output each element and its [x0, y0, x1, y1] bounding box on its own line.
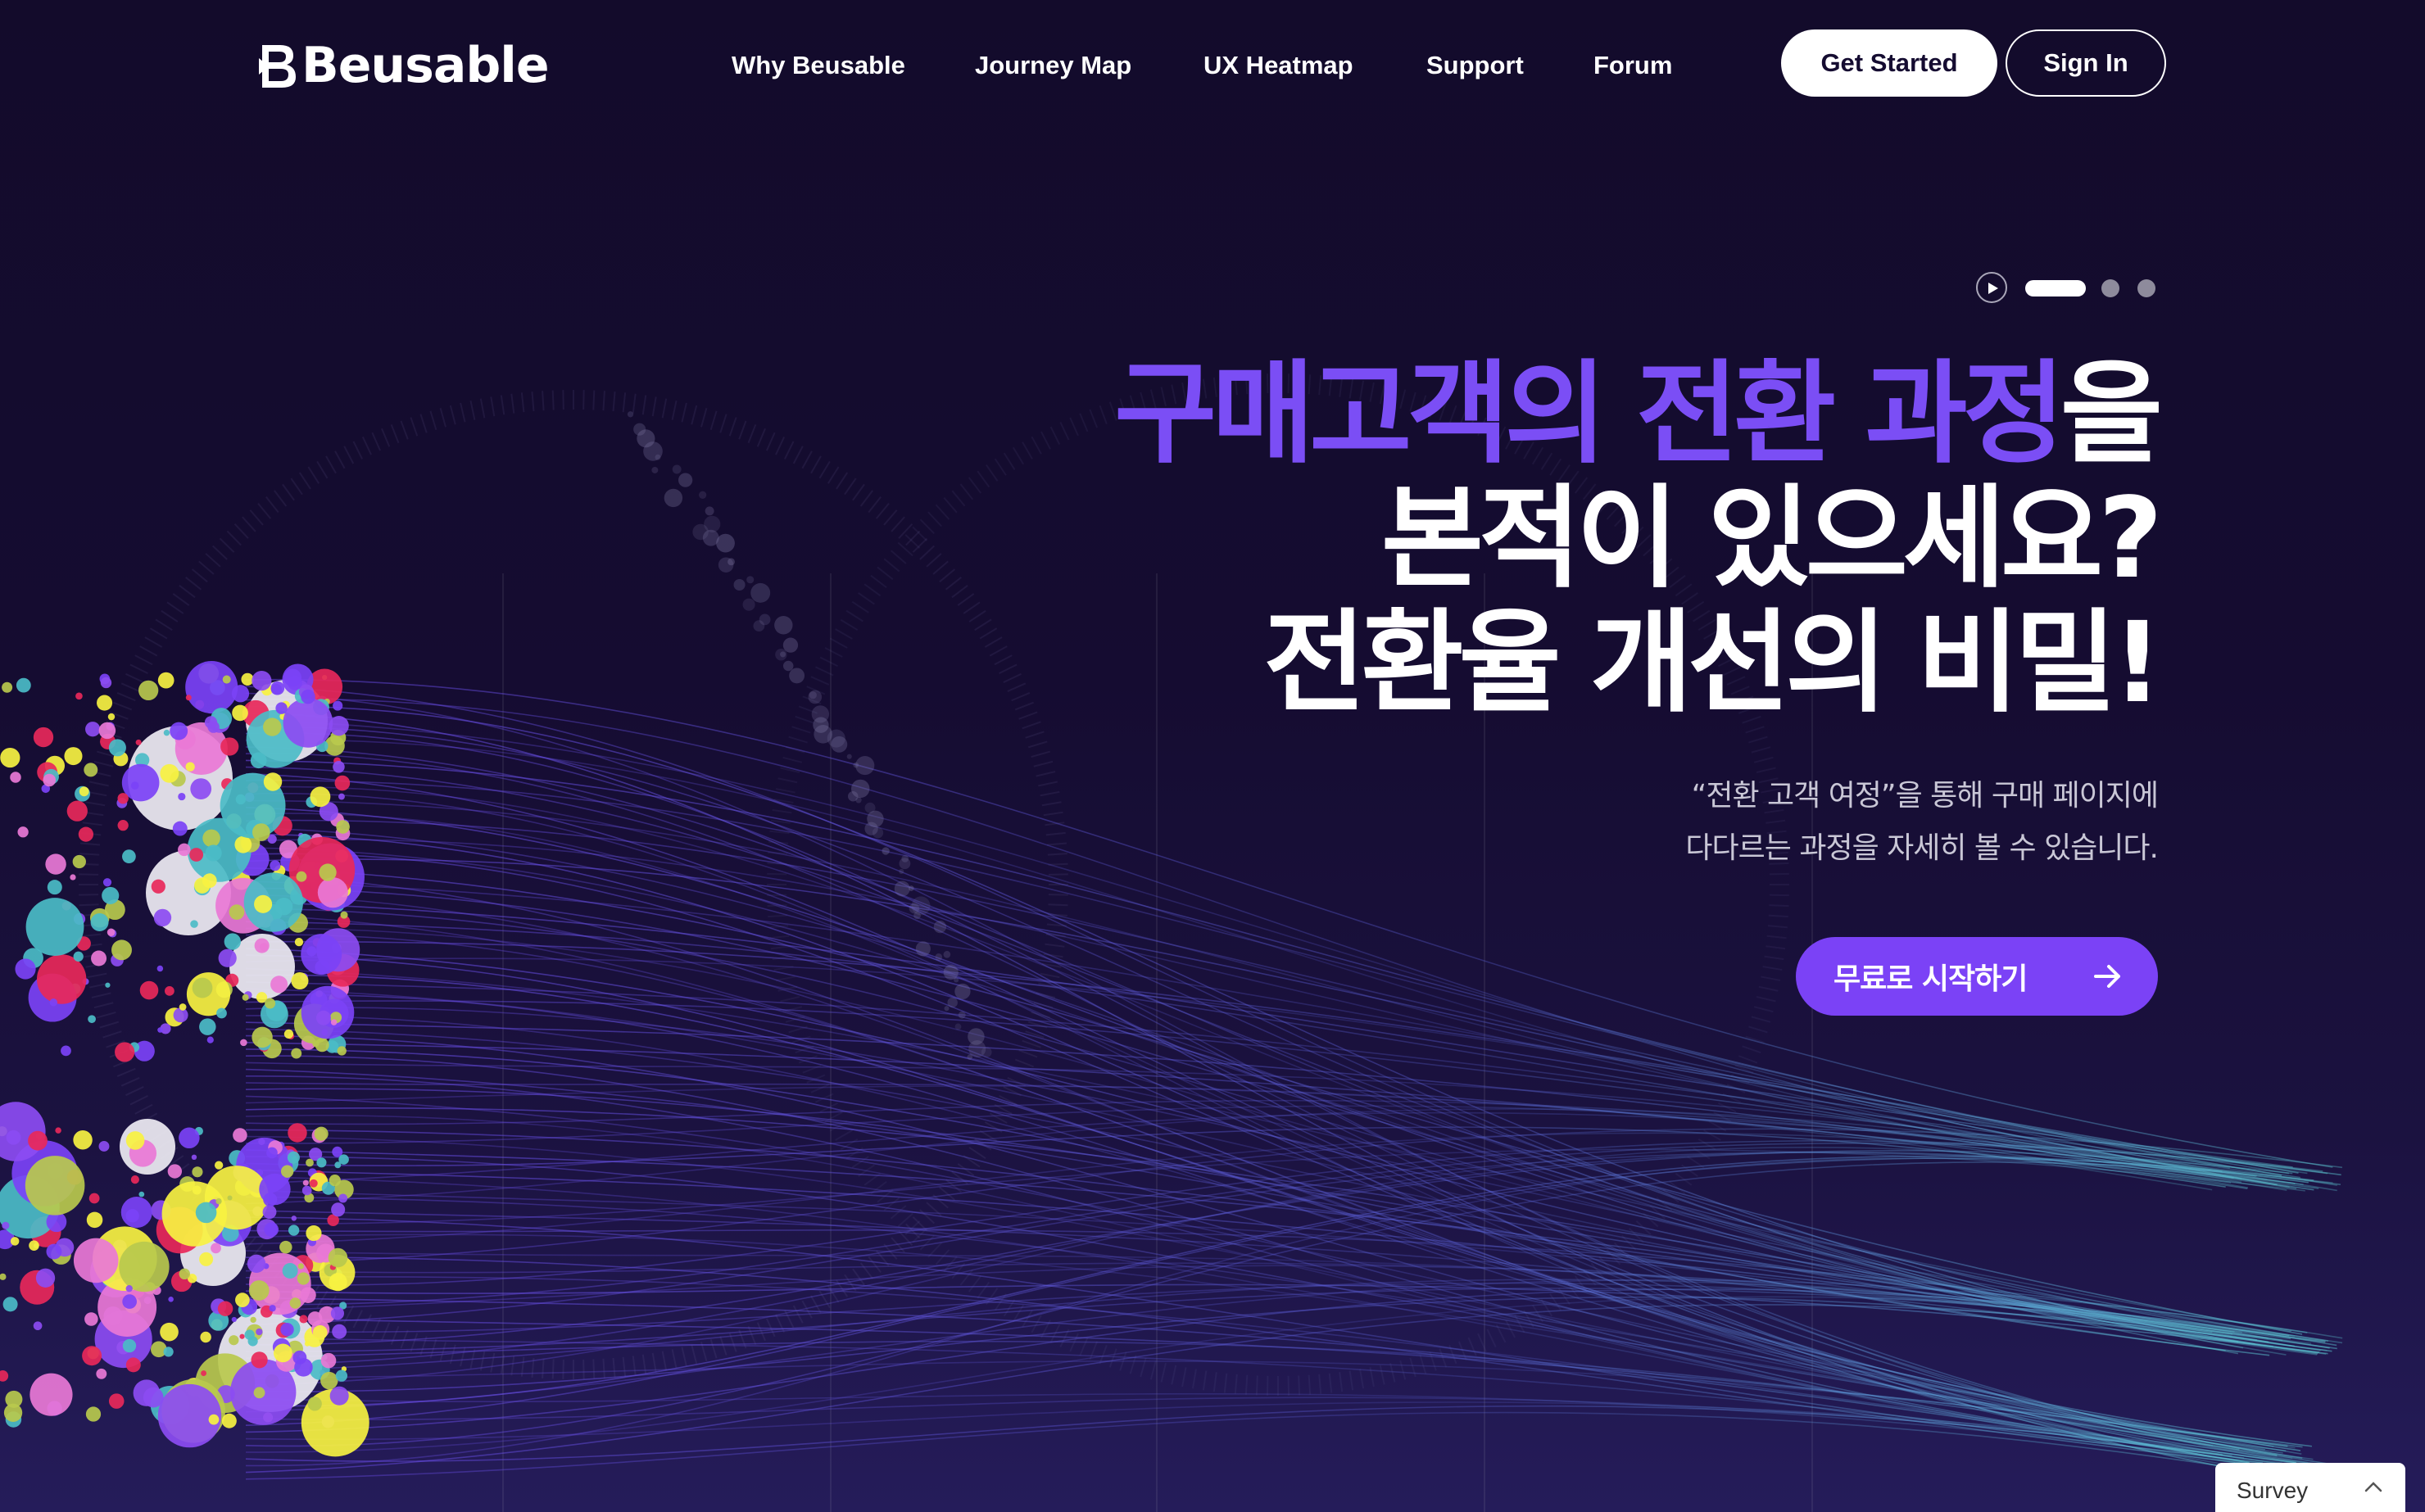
- nav-item-forum[interactable]: Forum: [1593, 43, 1672, 88]
- arrow-right-icon: [2094, 965, 2120, 988]
- hero-subtitle: “전환 고객 여정”을 통해 구매 페이지에 다다르는 과정을 자세히 볼 수 …: [1257, 770, 2159, 875]
- nav-item-ux-heatmap[interactable]: UX Heatmap: [1203, 43, 1353, 88]
- site-header: Beusable Why Beusable Journey Map UX Hea…: [0, 0, 2425, 131]
- start-free-button[interactable]: 무료로 시작하기: [1796, 937, 2158, 1016]
- play-icon: [1988, 283, 1998, 294]
- nav-item-why-beusable[interactable]: Why Beusable: [732, 43, 905, 88]
- chevron-up-icon: [2364, 1482, 2382, 1492]
- hero-title-accent: 구매고객의 전환 과정: [1114, 350, 2065, 479]
- slider-play-button[interactable]: [1976, 272, 2007, 303]
- hero-subtitle-line2: 다다르는 과정을 자세히 볼 수 있습니다.: [1685, 831, 2159, 865]
- hero-section: Beusable Why Beusable Journey Map UX Hea…: [0, 0, 2425, 1512]
- hero-title: 구매고객의 전환 과정을 본적이 있으세요? 전환율 개선의 비밀!: [847, 350, 2163, 728]
- survey-label: Survey: [2237, 1478, 2309, 1503]
- survey-widget[interactable]: Survey: [2215, 1463, 2405, 1512]
- slider-controls: [1976, 272, 2173, 305]
- hero-background-visual: [0, 373, 2343, 1512]
- nav-item-support[interactable]: Support: [1426, 43, 1524, 88]
- get-started-button[interactable]: Get Started: [1781, 29, 1997, 97]
- hero-subtitle-line1: “전환 고객 여정”을 통해 구매 페이지에: [1691, 779, 2159, 813]
- nav-item-journey-map[interactable]: Journey Map: [975, 43, 1131, 88]
- start-free-button-label: 무료로 시작하기: [1833, 962, 2028, 996]
- hero-title-line2: 본적이 있으세요?: [1380, 474, 2163, 604]
- sign-in-button[interactable]: Sign In: [2006, 29, 2166, 97]
- hero-title-line3: 전환율 개선의 비밀!: [1263, 599, 2163, 728]
- hero-title-line1-rest: 을: [2060, 350, 2163, 479]
- slider-dot-1-active[interactable]: [2025, 280, 2086, 297]
- slider-dot-2[interactable]: [2101, 279, 2119, 297]
- slider-dot-3[interactable]: [2137, 279, 2155, 297]
